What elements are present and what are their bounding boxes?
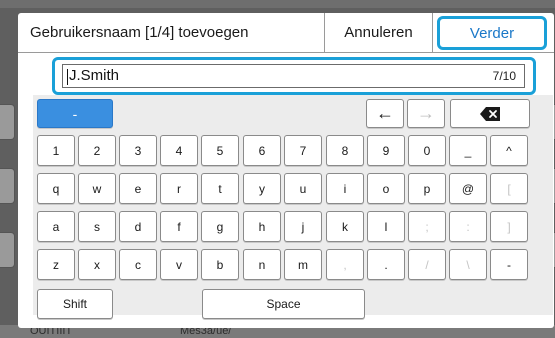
key-3-3[interactable]: v <box>160 249 198 280</box>
character-counter: 7/10 <box>492 69 516 83</box>
key-2-9[interactable]: ; <box>408 211 446 242</box>
cursor-left-key[interactable]: ← <box>366 99 404 128</box>
key-0-10[interactable]: _ <box>449 135 487 166</box>
text-cursor <box>67 68 68 85</box>
background-left-tab <box>0 168 15 204</box>
key-1-7[interactable]: i <box>326 173 364 204</box>
key-2-0[interactable]: a <box>37 211 75 242</box>
key-0-3[interactable]: 4 <box>160 135 198 166</box>
key-3-11[interactable]: - <box>490 249 528 280</box>
keyboard-panel <box>33 95 553 315</box>
key-2-11[interactable]: ] <box>490 211 528 242</box>
key-2-4[interactable]: g <box>201 211 239 242</box>
add-username-dialog: Gebruikersnaam [1/4] toevoegen Annuleren… <box>18 13 554 328</box>
cancel-button[interactable]: Annuleren <box>324 13 433 52</box>
key-1-4[interactable]: t <box>201 173 239 204</box>
cursor-right-key[interactable]: → <box>407 99 445 128</box>
key-2-5[interactable]: h <box>243 211 281 242</box>
dialog-title: Gebruikersnaam [1/4] toevoegen <box>30 24 249 41</box>
key-2-3[interactable]: f <box>160 211 198 242</box>
arrow-left-icon: ← <box>376 103 394 123</box>
key-3-2[interactable]: c <box>119 249 157 280</box>
key-1-1[interactable]: w <box>78 173 116 204</box>
space-key[interactable]: Space <box>202 289 365 319</box>
key-0-11[interactable]: ^ <box>490 135 528 166</box>
key-0-1[interactable]: 2 <box>78 135 116 166</box>
key-2-1[interactable]: s <box>78 211 116 242</box>
key-0-9[interactable]: 0 <box>408 135 446 166</box>
key-0-2[interactable]: 3 <box>119 135 157 166</box>
key-3-0[interactable]: z <box>37 249 75 280</box>
key-1-9[interactable]: p <box>408 173 446 204</box>
key-2-2[interactable]: d <box>119 211 157 242</box>
background-left-tab <box>0 232 15 268</box>
username-value: J.Smith <box>69 67 120 85</box>
key-1-2[interactable]: e <box>119 173 157 204</box>
key-3-8[interactable]: . <box>367 249 405 280</box>
key-0-5[interactable]: 6 <box>243 135 281 166</box>
key-3-7[interactable]: , <box>326 249 364 280</box>
background-left-tab <box>0 104 15 140</box>
key-3-10[interactable]: \ <box>449 249 487 280</box>
key-2-7[interactable]: k <box>326 211 364 242</box>
arrow-right-icon: → <box>417 103 435 123</box>
username-input-highlight: J.Smith 7/10 <box>52 57 536 95</box>
key-1-0[interactable]: q <box>37 173 75 204</box>
key-0-0[interactable]: 1 <box>37 135 75 166</box>
key-0-6[interactable]: 7 <box>284 135 322 166</box>
key-2-8[interactable]: l <box>367 211 405 242</box>
key-3-1[interactable]: x <box>78 249 116 280</box>
key-3-5[interactable]: n <box>243 249 281 280</box>
key-3-6[interactable]: m <box>284 249 322 280</box>
backspace-key[interactable] <box>450 99 530 128</box>
background-top-bar <box>0 0 555 8</box>
input-mode-key[interactable]: - <box>37 99 113 128</box>
dialog-titlebar: Gebruikersnaam [1/4] toevoegen Annuleren… <box>18 13 554 53</box>
key-1-11[interactable]: [ <box>490 173 528 204</box>
next-button[interactable]: Verder <box>437 16 547 50</box>
key-1-6[interactable]: u <box>284 173 322 204</box>
key-0-8[interactable]: 9 <box>367 135 405 166</box>
shift-key[interactable]: Shift <box>37 289 113 319</box>
backspace-icon <box>480 106 500 121</box>
key-3-4[interactable]: b <box>201 249 239 280</box>
key-0-7[interactable]: 8 <box>326 135 364 166</box>
username-input[interactable]: J.Smith 7/10 <box>62 64 525 88</box>
key-2-10[interactable]: : <box>449 211 487 242</box>
key-0-4[interactable]: 5 <box>201 135 239 166</box>
key-1-8[interactable]: o <box>367 173 405 204</box>
key-2-6[interactable]: j <box>284 211 322 242</box>
key-1-10[interactable]: @ <box>449 173 487 204</box>
key-1-3[interactable]: r <box>160 173 198 204</box>
key-3-9[interactable]: / <box>408 249 446 280</box>
key-1-5[interactable]: y <box>243 173 281 204</box>
